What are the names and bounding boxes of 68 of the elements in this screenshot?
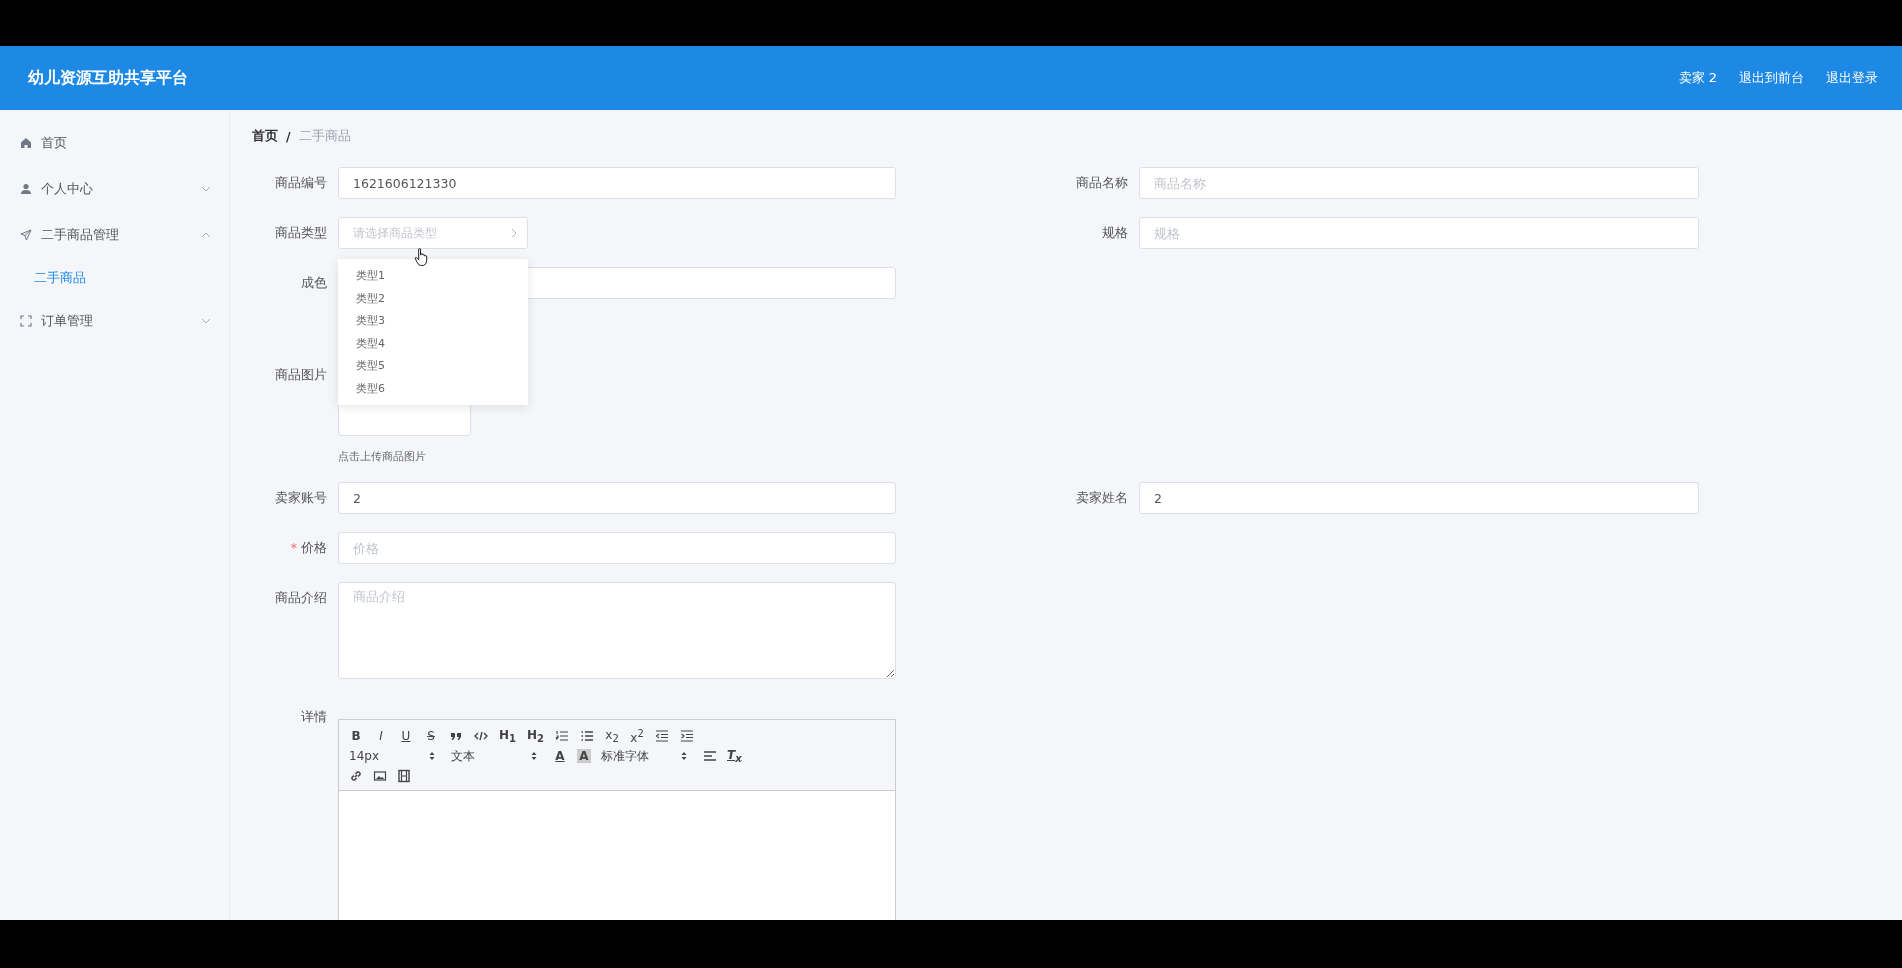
app-title: 幼儿资源互助共享平台 — [28, 67, 188, 89]
chevron-right-icon — [511, 228, 517, 238]
field-label: * 价格 — [289, 539, 328, 557]
film-icon[interactable] — [397, 769, 411, 783]
bullet-list-icon[interactable] — [580, 729, 595, 743]
field-label: 商品名称 — [1075, 174, 1129, 192]
dropdown-option[interactable]: 类型2 — [338, 287, 528, 311]
paper-plane-icon — [20, 229, 32, 241]
toolbar-button[interactable]: A — [577, 749, 591, 763]
field-label: 商品介绍 — [274, 589, 328, 607]
breadcrumb-separator: / — [286, 129, 291, 144]
sort-icon — [429, 751, 435, 761]
code-icon[interactable] — [474, 729, 488, 743]
text-field[interactable]: 规格 — [1139, 217, 1699, 249]
dropdown-option[interactable]: 类型1 — [338, 265, 528, 288]
toolbar-button[interactable]: B — [349, 729, 363, 743]
header-link[interactable]: 卖家 2 — [1678, 69, 1717, 87]
toolbar-button[interactable]: H$_{1}$ — [499, 727, 516, 745]
toolbar-button[interactable]: x$_{2}$ — [605, 727, 620, 745]
required-mark: * — [290, 540, 297, 555]
header-link[interactable]: 退出登录 — [1826, 69, 1878, 87]
sidebar-item[interactable]: 首页 — [0, 120, 229, 166]
text-field[interactable]: 价格 — [338, 532, 896, 564]
field-label: 商品类型 — [274, 224, 328, 242]
dropdown-option[interactable]: 类型4 — [338, 332, 528, 356]
field-label: 成色 — [300, 274, 328, 292]
link-icon[interactable] — [349, 769, 363, 783]
toolbar-select[interactable]: 14px — [349, 749, 441, 763]
field-label: 规格 — [1101, 224, 1129, 242]
upload-hint: 点击上传商品图片 — [338, 450, 427, 464]
sort-icon — [531, 751, 537, 761]
text-field[interactable]: 2 — [1139, 482, 1699, 514]
numbered-list-icon[interactable] — [555, 729, 570, 743]
toolbar-button[interactable]: I — [374, 729, 388, 743]
field-label: 卖家账号 — [274, 489, 328, 507]
text-field[interactable]: 2 — [338, 482, 896, 514]
align-left-icon[interactable] — [703, 749, 717, 763]
toolbar-button[interactable]: H$_{2}$ — [527, 727, 545, 745]
toolbar-select[interactable]: 文本 — [451, 747, 543, 765]
toolbar-button[interactable]: U — [399, 729, 413, 743]
dropdown-option[interactable]: 类型3 — [338, 310, 528, 333]
breadcrumb-link[interactable]: 首页 — [252, 128, 278, 145]
field-label: 商品图片 — [274, 366, 328, 382]
text-field[interactable]: 1621606121330 — [338, 167, 896, 199]
sidebar-subitem[interactable]: 二手商品 — [0, 258, 229, 298]
toolbar-button[interactable]: S — [424, 729, 438, 743]
sidebar-item[interactable]: 二手商品管理 — [0, 212, 229, 258]
toolbar-button[interactable]: x$^{2}$ — [630, 727, 645, 745]
field-label: 卖家姓名 — [1075, 489, 1129, 507]
frame-icon — [20, 315, 32, 327]
header-link[interactable]: 退出到前台 — [1739, 69, 1804, 87]
toolbar-button[interactable]: A — [553, 749, 567, 763]
field-label: 详情 — [300, 711, 328, 724]
sidebar-item[interactable]: 个人中心 — [0, 166, 229, 212]
toolbar-select[interactable]: 标准字体 — [601, 747, 693, 765]
indent-icon[interactable] — [680, 729, 695, 743]
image-icon[interactable] — [373, 769, 387, 783]
sort-icon — [681, 751, 687, 761]
dropdown-option[interactable]: 类型5 — [338, 355, 528, 378]
sidebar-item[interactable]: 订单管理 — [0, 298, 229, 344]
toolbar-button[interactable]: T$_{x}$ — [727, 747, 742, 765]
home-icon — [20, 137, 32, 149]
dropdown-option[interactable]: 类型6 — [338, 377, 528, 401]
text-field[interactable]: 商品名称 — [1139, 167, 1699, 199]
user-icon — [20, 183, 32, 195]
text-area[interactable]: 商品介绍 — [338, 582, 896, 679]
outdent-icon[interactable] — [655, 729, 670, 743]
field-label: 商品编号 — [274, 174, 328, 192]
